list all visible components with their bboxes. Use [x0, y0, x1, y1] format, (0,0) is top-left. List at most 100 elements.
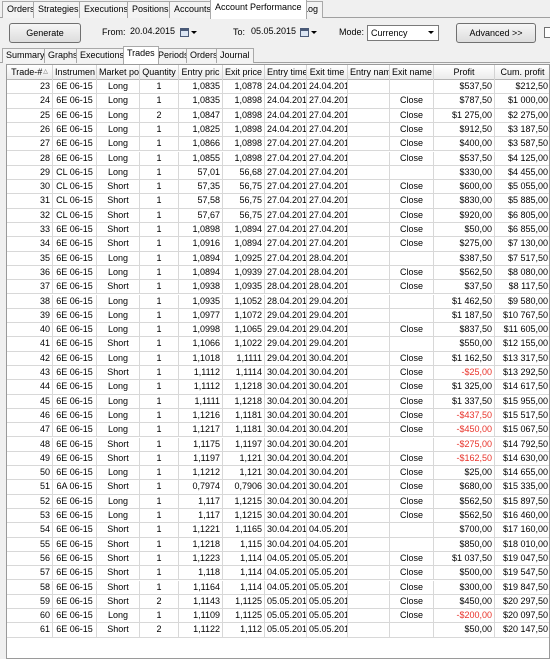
cell-exit-time: 24.04.201 — [307, 80, 348, 95]
cell-entry-time: 29.04.201 — [265, 337, 307, 352]
column-header-profit[interactable]: Profit — [434, 65, 495, 80]
column-header-exit-price[interactable]: Exit price — [223, 65, 265, 80]
table-row[interactable]: 61 6E 06-15 Short 2 1,1122 1,112 05.05.201 05.0… — [7, 623, 549, 638]
cell-trade-number: 34 — [7, 237, 53, 252]
table-row[interactable]: 25 6E 06-15 Long 2 1,0847 1,0898 24.04.201 27.0… — [7, 108, 549, 123]
cell-entry-time: 29.04.201 — [265, 323, 307, 338]
to-date-field[interactable]: 05.05.2015 — [249, 23, 297, 41]
table-row[interactable]: 31 CL 06-15 Short 1 57,58 56,75 27.04.201 27.04… — [7, 194, 549, 209]
cell-instrument: 6E 06-15 — [53, 594, 97, 610]
cell-instrument: 6E 06-15 — [53, 251, 97, 266]
table-row[interactable]: 32 CL 06-15 Short 1 57,67 56,75 27.04.201 27.04… — [7, 208, 549, 223]
table-row[interactable]: 42 6E 06-15 Long 1 1,1018 1,1111 29.04.201 30.0… — [7, 351, 549, 366]
table-row[interactable]: 27 6E 06-15 Long 1 1,0866 1,0898 27.04.201 27.0… — [7, 137, 549, 152]
table-row[interactable]: 29 CL 06-15 Long 1 57,01 56,68 27.04.201 27.04.… — [7, 165, 549, 181]
cell-market-position: Short — [97, 223, 140, 238]
table-row[interactable]: 41 6E 06-15 Short 1 1,1066 1,1022 29.04.201 29.… — [7, 337, 549, 352]
tab-positions[interactable]: Positions — [127, 1, 174, 18]
table-row[interactable]: 50 6E 06-15 Long 1 1,1212 1,121 30.04.201 30.04… — [7, 466, 549, 481]
table-row[interactable]: 26 6E 06-15 Long 1 1,0825 1,0898 24.04.201 27.0… — [7, 122, 549, 138]
table-row[interactable]: 48 6E 06-15 Short 1 1,1175 1,1197 30.04.201 30.… — [7, 437, 549, 452]
table-row[interactable]: 33 6E 06-15 Short 1 1,0898 1,0894 27.04.201 27.… — [7, 223, 549, 238]
tab-journal[interactable]: Journal — [216, 48, 254, 63]
cell-trade-number: 54 — [7, 523, 53, 538]
table-row[interactable]: 55 6E 06-15 Short 1 1,1218 1,115 30.04.201 04.0… — [7, 537, 549, 552]
column-header-label: Exit price — [225, 67, 263, 77]
column-header-instrument[interactable]: Instrumen — [53, 65, 97, 80]
table-row[interactable]: 53 6E 06-15 Long 1 1,117 1,1215 30.04.201 30.04… — [7, 509, 549, 524]
table-row[interactable]: 30 CL 06-15 Short 1 57,35 56,75 27.04.201 27.04… — [7, 180, 549, 195]
table-row[interactable]: 34 6E 06-15 Short 1 1,0916 1,0894 27.04.201 27.… — [7, 237, 549, 252]
table-row[interactable]: 59 6E 06-15 Short 2 1,1143 1,1125 05.05.201 05.… — [7, 594, 549, 610]
cell-entry-price: 1,0835 — [179, 94, 223, 109]
table-row[interactable]: 28 6E 06-15 Long 1 1,0855 1,0898 27.04.201 27.0… — [7, 151, 549, 166]
cell-profit: $830,00 — [434, 194, 495, 209]
tab-executions[interactable]: Executions — [76, 48, 129, 63]
table-row[interactable]: 46 6E 06-15 Long 1 1,1216 1,1181 30.04.201 30.0… — [7, 408, 549, 424]
cell-entry-price: 1,0938 — [179, 280, 223, 295]
table-row[interactable]: 23 6E 06-15 Long 1 1,0835 1,0878 24.04.201 24.0… — [7, 80, 549, 95]
cell-instrument: 6E 06-15 — [53, 351, 97, 366]
table-row[interactable]: 51 6A 06-15 Short 1 0,7974 0,7906 30.04.201 30.… — [7, 480, 549, 495]
column-header-trade-number[interactable]: Trade-#△ — [7, 65, 53, 80]
column-header-quantity[interactable]: Quantity — [140, 65, 179, 80]
tab-executions[interactable]: Executions — [79, 1, 134, 18]
table-row[interactable]: 37 6E 06-15 Short 1 1,0938 1,0935 28.04.201 28.… — [7, 280, 549, 295]
generate-button[interactable]: Generate — [9, 23, 81, 43]
trades-grid[interactable]: Trade-#△ Instrumen Market po Quantity Entry … — [6, 64, 550, 659]
cell-market-position: Long — [97, 94, 140, 109]
column-header-cum-profit[interactable]: Cum. profit — [495, 65, 549, 80]
table-row[interactable]: 45 6E 06-15 Long 1 1,1111 1,1218 30.04.201 30.0… — [7, 394, 549, 409]
advanced-button[interactable]: Advanced >> — [456, 23, 536, 43]
table-row[interactable]: 56 6E 06-15 Short 1 1,1223 1,114 04.05.201 05.0… — [7, 551, 549, 567]
table-row[interactable]: 38 6E 06-15 Long 1 1,0935 1,1052 28.04.201 29.0… — [7, 294, 549, 309]
column-header-exit-time[interactable]: Exit time — [307, 65, 348, 80]
calendar-dropdown-icon[interactable] — [180, 26, 197, 38]
table-row[interactable]: 24 6E 06-15 Long 1 1,0835 1,0898 24.04.201 27.0… — [7, 94, 549, 109]
column-header-market-position[interactable]: Market po — [97, 65, 140, 80]
cell-entry-name — [348, 308, 390, 324]
calendar-dropdown-icon[interactable] — [300, 26, 317, 38]
from-date-field[interactable]: 20.04.2015 — [128, 23, 176, 41]
cell-market-position: Short — [97, 623, 140, 638]
cell-instrument: 6E 06-15 — [53, 580, 97, 595]
cell-trade-number: 32 — [7, 208, 53, 223]
column-header-entry-time[interactable]: Entry time — [265, 65, 307, 80]
cell-exit-price: 1,1181 — [223, 408, 265, 424]
table-row[interactable]: 40 6E 06-15 Long 1 1,0998 1,1065 29.04.201 29.0… — [7, 323, 549, 338]
cell-profit: $500,00 — [434, 566, 495, 581]
column-header-entry-price[interactable]: Entry pric — [179, 65, 223, 80]
cell-cum-profit: $15 517,50 — [495, 409, 549, 424]
table-row[interactable]: 57 6E 06-15 Short 1 1,118 1,114 04.05.201 05.05… — [7, 566, 549, 581]
cell-profit: -$437,50 — [434, 408, 495, 424]
cell-entry-time: 30.04.201 — [265, 366, 307, 381]
cell-entry-price: 1,1164 — [179, 580, 223, 595]
tab-accounts[interactable]: Accounts — [169, 1, 217, 18]
table-row[interactable]: 36 6E 06-15 Long 1 1,0894 1,0939 27.04.201 28.0… — [7, 265, 549, 281]
table-row[interactable]: 49 6E 06-15 Short 1 1,1197 1,121 30.04.201 30.0… — [7, 451, 549, 467]
table-row[interactable]: 35 6E 06-15 Long 1 1,0894 1,0925 27.04.201 28.0… — [7, 251, 549, 266]
cell-cum-profit: $15 335,00 — [495, 480, 549, 495]
cell-entry-time: 29.04.201 — [265, 308, 307, 324]
options-checkbox[interactable] — [544, 27, 550, 38]
cell-profit: $300,00 — [434, 580, 495, 595]
table-row[interactable]: 60 6E 06-15 Long 1 1,1109 1,1125 05.05.201 05.0… — [7, 609, 549, 624]
table-row[interactable]: 43 6E 06-15 Short 1 1,1112 1,1114 30.04.201 30.… — [7, 366, 549, 381]
mode-select[interactable]: Currency — [367, 25, 439, 41]
table-row[interactable]: 39 6E 06-15 Long 1 1,0977 1,1072 29.04.201 29.0… — [7, 308, 549, 324]
cell-cum-profit: $19 047,50 — [495, 552, 549, 567]
cell-market-position: Short — [97, 551, 140, 567]
table-row[interactable]: 52 6E 06-15 Long 1 1,117 1,1215 30.04.201 30.04… — [7, 494, 549, 509]
table-row[interactable]: 44 6E 06-15 Long 1 1,1112 1,1218 30.04.201 30.0… — [7, 380, 549, 395]
table-row[interactable]: 54 6E 06-15 Short 1 1,1221 1,1165 30.04.201 04.… — [7, 523, 549, 538]
table-row[interactable]: 58 6E 06-15 Short 1 1,1164 1,114 04.05.201 05.0… — [7, 580, 549, 595]
tab-strategies[interactable]: Strategies — [33, 1, 84, 18]
cell-quantity: 1 — [140, 208, 179, 223]
tab-summary[interactable]: Summary — [2, 48, 49, 63]
table-row[interactable]: 47 6E 06-15 Long 1 1,1217 1,1181 30.04.201 30.0… — [7, 423, 549, 438]
column-header-exit-name[interactable]: Exit name — [390, 65, 434, 80]
cell-entry-name — [348, 280, 390, 295]
tab-trades[interactable]: Trades — [123, 46, 159, 64]
column-header-entry-name[interactable]: Entry nam — [348, 65, 390, 80]
tab-account-performance[interactable]: Account Performance — [210, 0, 307, 19]
